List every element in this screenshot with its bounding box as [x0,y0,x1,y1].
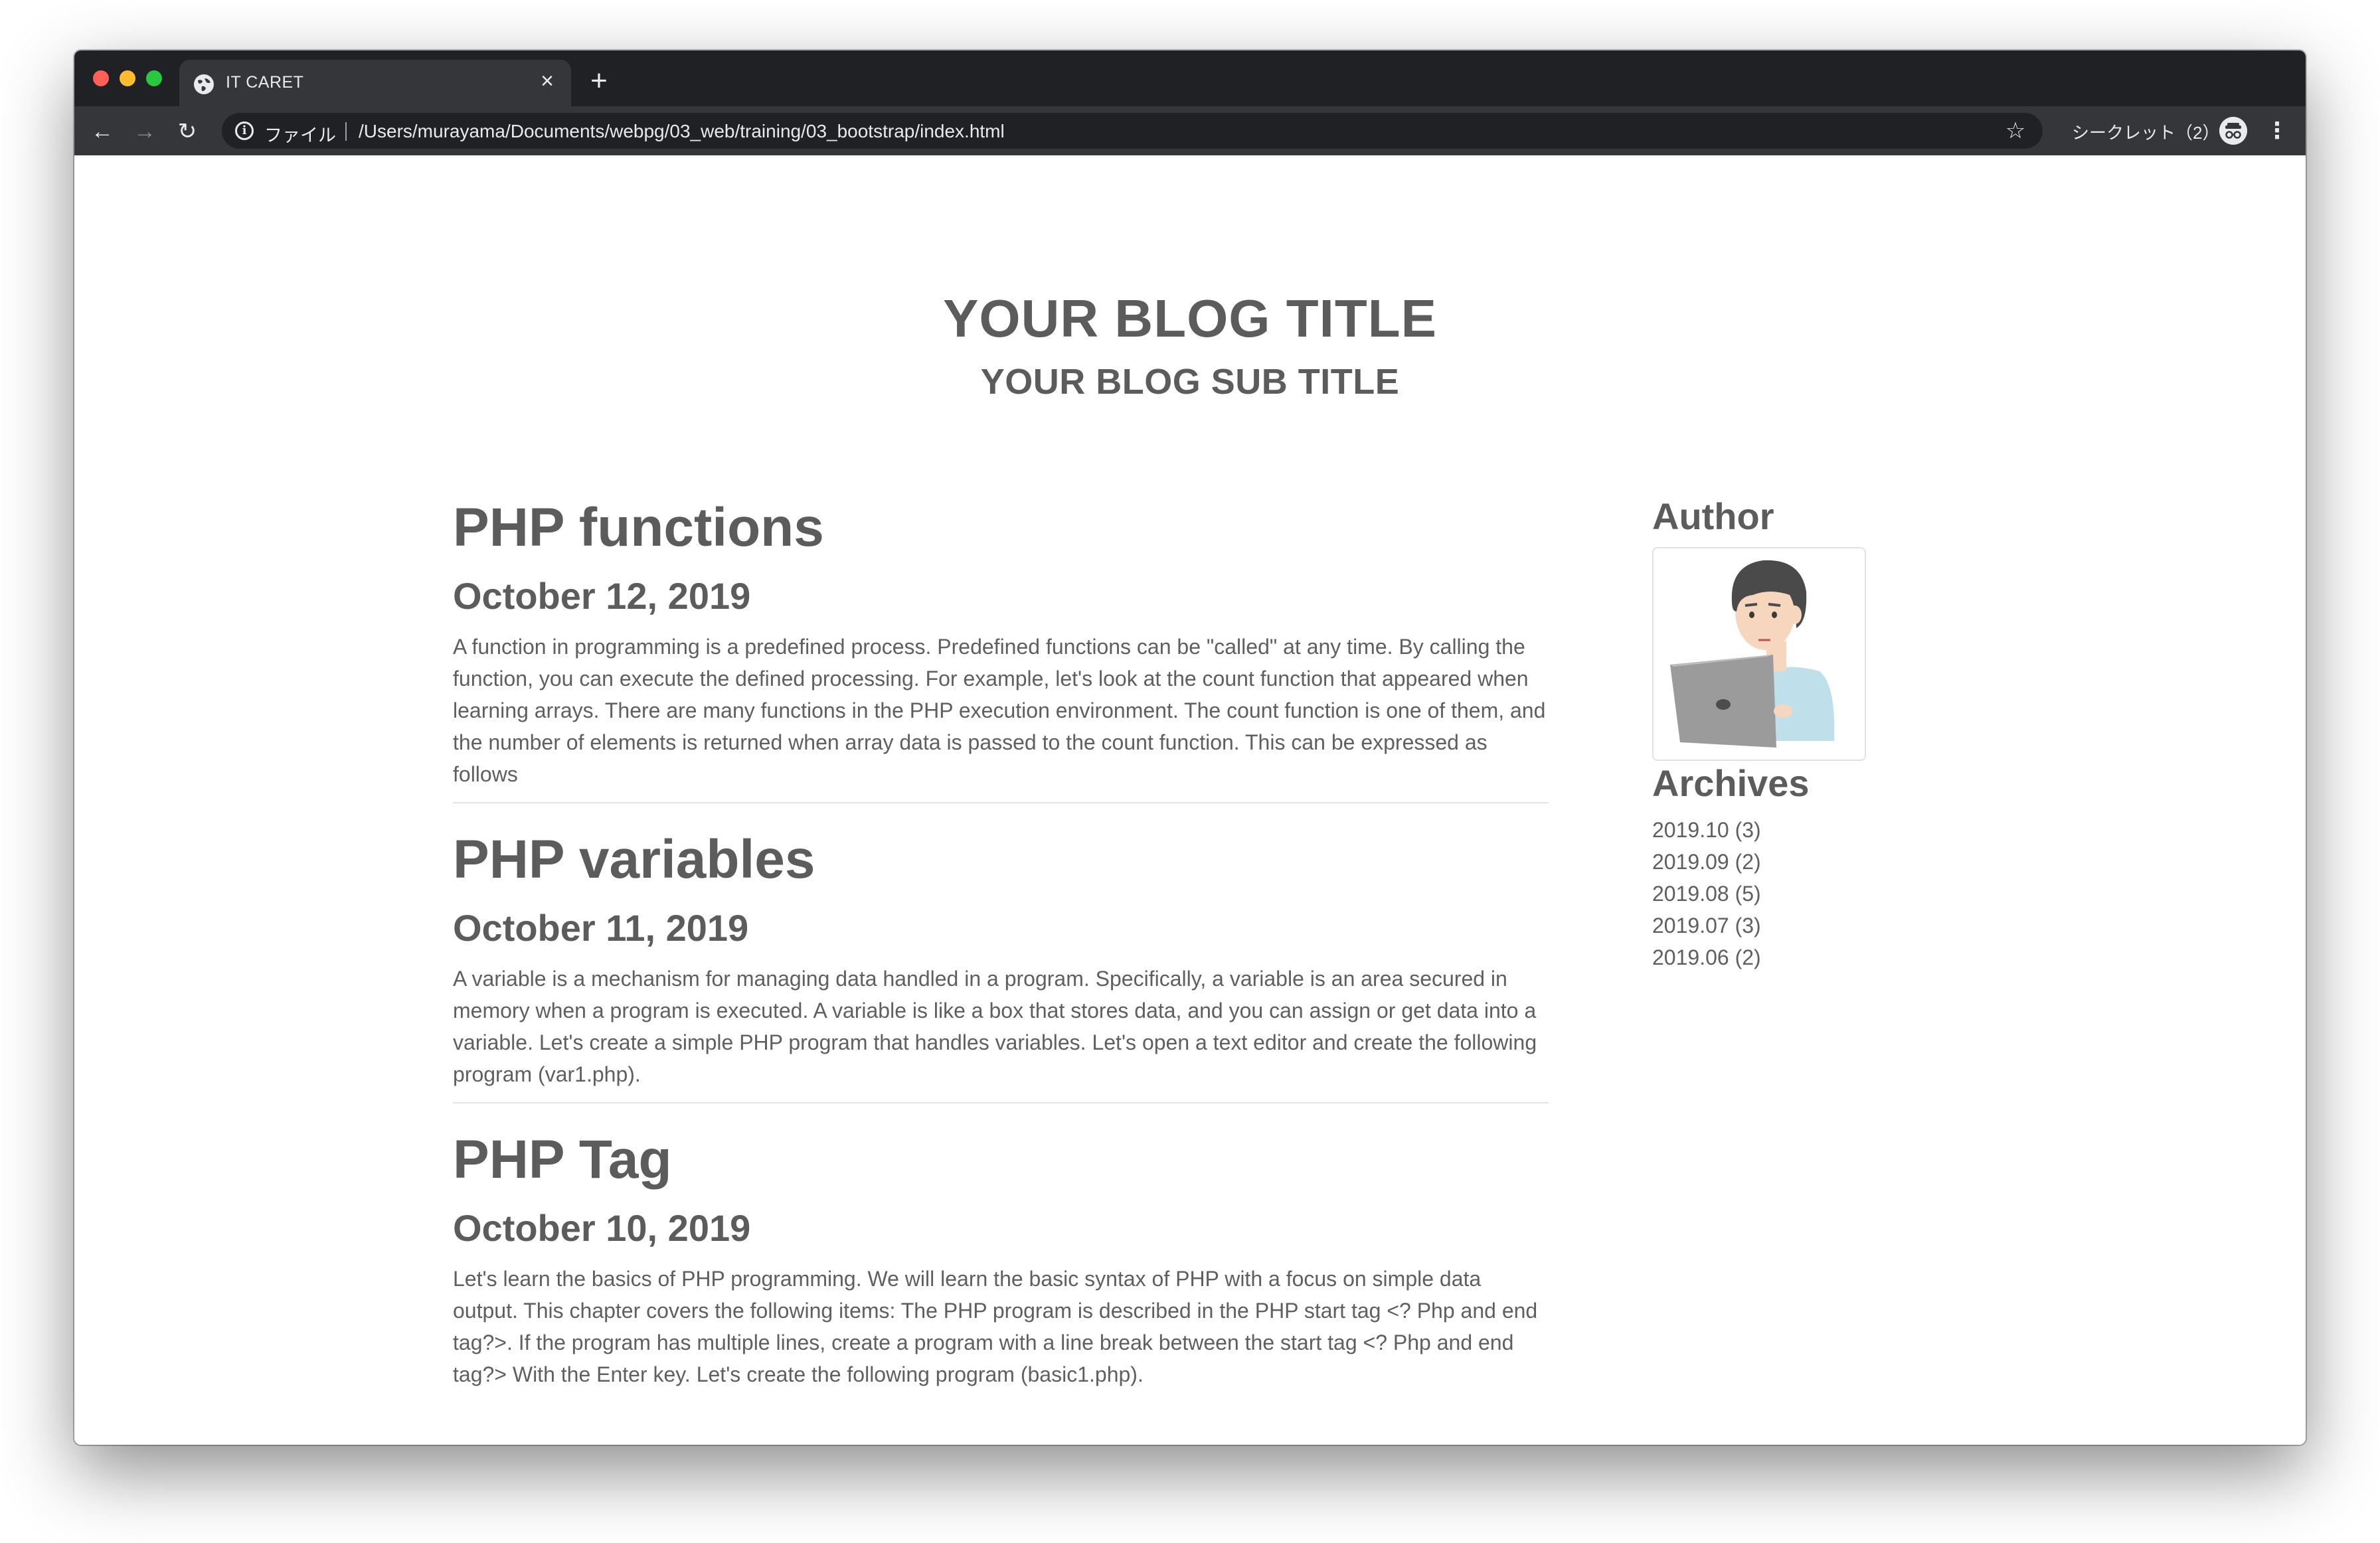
archive-link[interactable]: 2019.07 (3) [1652,910,1761,941]
archive-link[interactable]: 2019.06 (2) [1652,941,1761,973]
archives-heading: Archives [1652,762,1810,804]
post: PHP Tag October 10, 2019 Let's learn the… [453,1133,1549,1390]
bookmark-star-icon[interactable]: ☆ [2003,118,2028,143]
post-body: A variable is a mechanism for managing d… [453,967,1537,1086]
back-button[interactable]: ← [89,118,116,145]
new-tab-button[interactable]: + [586,66,612,96]
archive-link[interactable]: 2019.09 (2) [1652,846,1761,878]
tab-active[interactable]: IT CARET × [179,60,571,106]
globe-icon [194,74,214,94]
post-divider [453,802,1549,803]
browser-toolbar: ← → ↻ i ファイル /Users/murayama/Documents/w… [74,106,2306,155]
incognito-label[interactable]: シークレット（2） [2072,120,2219,144]
post-title: PHP Tag [453,1129,672,1190]
author-avatar [1652,547,1866,761]
blog-title: YOUR BLOG TITLE [943,289,1437,348]
close-tab-icon[interactable]: × [535,69,559,93]
tab-title: IT CARET [226,73,304,92]
reload-button[interactable]: ↻ [174,118,201,145]
post-date: October 10, 2019 [453,1207,751,1249]
screenshot-canvas: IT CARET × + ← → ↻ i ファイル /Users/murayam… [0,0,2380,1543]
menu-kebab-icon[interactable]: ⋮ [2266,117,2288,145]
archive-list: 2019.10 (3) 2019.09 (2) 2019.08 (5) 2019… [1652,814,1761,973]
tab-strip: IT CARET × + [74,50,2306,106]
post-title: PHP variables [453,829,815,890]
post-date: October 11, 2019 [453,907,749,949]
forward-button[interactable]: → [131,118,158,145]
post: PHP functions October 12, 2019 A functio… [453,501,1549,790]
archive-link[interactable]: 2019.08 (5) [1652,878,1761,910]
author-heading: Author [1652,495,1774,537]
minimize-window-button[interactable] [120,70,135,86]
url-text[interactable]: /Users/murayama/Documents/webpg/03_web/t… [359,121,1005,142]
page-content: YOUR BLOG TITLE YOUR BLOG SUB TITLE PHP … [74,155,2306,1445]
post-title: PHP functions [453,497,824,558]
blog-subtitle: YOUR BLOG SUB TITLE [980,362,1400,402]
scheme-label: ファイル [264,125,336,145]
address-separator [345,122,347,141]
info-icon[interactable]: i [235,122,254,140]
post-divider [453,1102,1549,1103]
close-window-button[interactable] [93,70,109,86]
address-bar[interactable]: i ファイル /Users/murayama/Documents/webpg/0… [222,113,2043,149]
post: PHP variables October 11, 2019 A variabl… [453,833,1549,1090]
zoom-window-button[interactable] [146,70,162,86]
post-body: Let's learn the basics of PHP programmin… [453,1267,1538,1386]
post-date: October 12, 2019 [453,575,751,617]
archive-link[interactable]: 2019.10 (3) [1652,814,1761,846]
incognito-icon[interactable] [2219,117,2247,145]
browser-window: IT CARET × + ← → ↻ i ファイル /Users/murayam… [74,50,2306,1445]
post-body: A function in programming is a predefine… [453,635,1546,786]
